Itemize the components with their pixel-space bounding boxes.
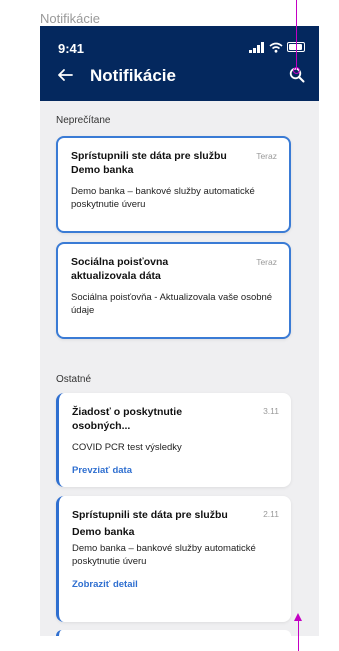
- card-time: 3.11: [263, 406, 279, 416]
- frame-title: Notifikácie: [40, 11, 100, 26]
- annotation-line-bottom: [298, 620, 299, 651]
- card-body: COVID PCR test výsledky: [72, 442, 182, 453]
- app-header: 9:41 Notifikácie: [40, 26, 319, 101]
- card-time: 2.11: [263, 509, 279, 519]
- card-title: Sprístupnili ste dáta pre službu Demo ba…: [71, 150, 227, 176]
- signal-icon: [249, 41, 264, 53]
- back-arrow-icon[interactable]: [56, 66, 74, 84]
- annotation-marker-icon: [293, 67, 300, 74]
- notification-card[interactable]: Sociálna poisťovna aktualizovala dáta Te…: [56, 242, 291, 339]
- card-time: Teraz: [256, 151, 277, 161]
- wifi-icon: [269, 42, 283, 53]
- card-title-line2: Demo banka: [72, 526, 135, 538]
- page-title: Notifikácie: [90, 66, 176, 85]
- card-body: Demo banka – bankové služby automatické …: [71, 186, 255, 210]
- take-data-link[interactable]: Prevziať data: [72, 465, 277, 476]
- phone-screen: 9:41 Notifikácie Neprečítane Sprístupnil…: [40, 26, 319, 636]
- next-card-peek: [56, 630, 291, 636]
- notification-card[interactable]: Žiadosť o poskytnutie osobných... 3.11 C…: [56, 393, 291, 487]
- section-label-other: Ostatné: [56, 374, 92, 385]
- notification-card[interactable]: Sprístupnili ste dáta pre službu Demo ba…: [56, 496, 291, 622]
- card-title: Žiadosť o poskytnutie osobných...: [72, 406, 183, 432]
- section-label-unread: Neprečítane: [56, 115, 111, 126]
- show-detail-link[interactable]: Zobraziť detail: [72, 579, 277, 590]
- card-title: Sociálna poisťovna aktualizovala dáta: [71, 256, 169, 282]
- status-time: 9:41: [58, 41, 85, 56]
- annotation-line-top: [296, 0, 297, 70]
- card-body: Demo banka – bankové služby automatické …: [72, 543, 256, 567]
- card-title: Sprístupnili ste dáta pre službu: [72, 509, 228, 521]
- notification-card[interactable]: Sprístupnili ste dáta pre službu Demo ba…: [56, 136, 291, 233]
- card-time: Teraz: [256, 257, 277, 267]
- card-body: Sociálna poisťovňa - Aktualizovala vaše …: [71, 292, 273, 316]
